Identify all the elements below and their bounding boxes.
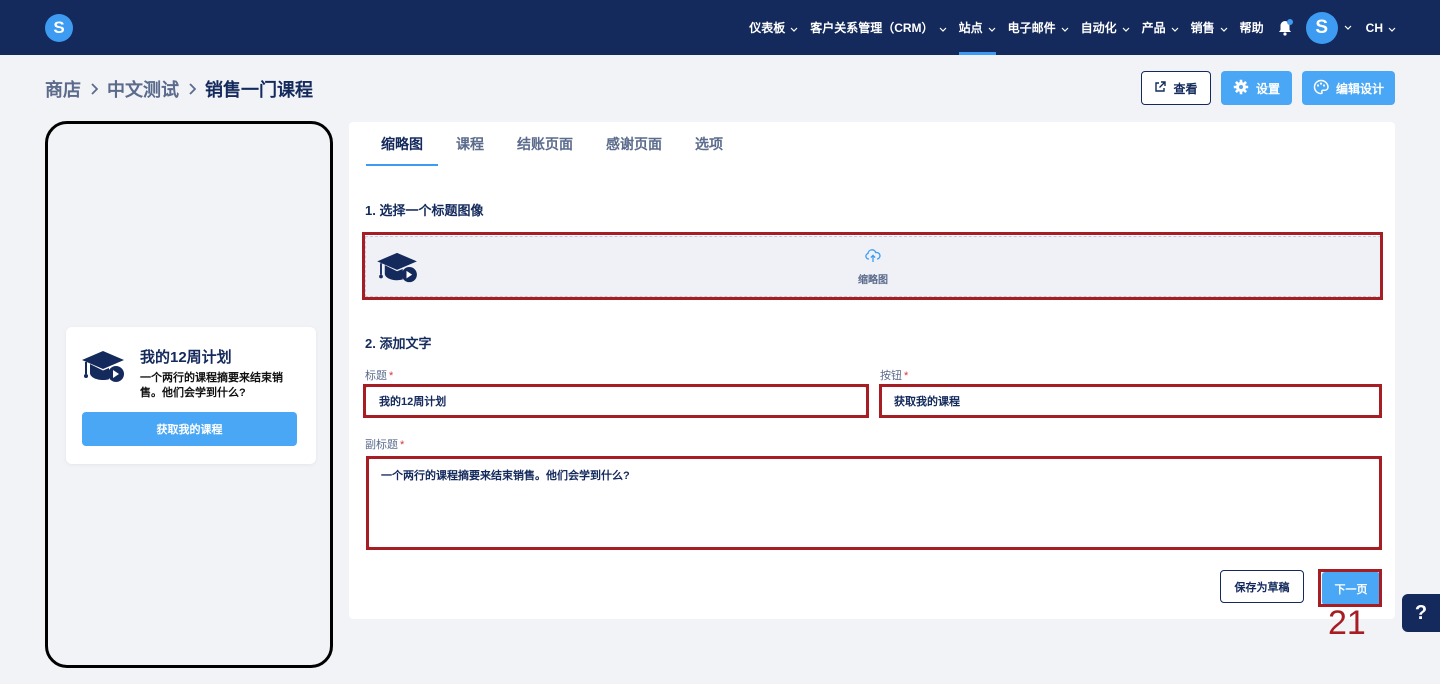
button-text-input[interactable]: 获取我的课程 <box>880 386 1381 416</box>
tab-thumbnail[interactable]: 缩略图 <box>366 122 438 166</box>
required-mark: * <box>904 370 909 382</box>
nav-item-help[interactable]: 帮助 <box>1240 0 1264 55</box>
required-mark: * <box>400 439 405 451</box>
nav-item-sales[interactable]: 销售 <box>1191 0 1228 55</box>
preview-card: 我的12周计划 一个两行的课程摘要来结束销售。他们会学到什么? 获取我的课程 <box>66 327 316 464</box>
button-field-label: 按钮 * <box>880 367 908 383</box>
title-input[interactable]: 我的12周计划 <box>365 386 867 416</box>
chevron-down-icon <box>1220 21 1228 35</box>
nav-item-label: 销售 <box>1190 21 1215 35</box>
page-actions: 查看 设置 编辑设计 <box>1131 71 1395 105</box>
breadcrumb: 商店 中文测试 销售一门课程 <box>45 76 313 102</box>
chevron-down-icon <box>939 21 947 35</box>
tab-thank-you-page[interactable]: 感谢页面 <box>591 122 677 166</box>
chevron-down-icon <box>790 21 798 35</box>
nav-item-dashboard[interactable]: 仪表板 <box>749 0 798 55</box>
breadcrumb-item-site[interactable]: 中文测试 <box>107 76 179 102</box>
edit-design-button[interactable]: 编辑设计 <box>1302 71 1395 105</box>
mobile-preview: 我的12周计划 一个两行的课程摘要来结束销售。他们会学到什么? 获取我的课程 <box>45 121 333 668</box>
preview-subtitle: 一个两行的课程摘要来结束销售。他们会学到什么? <box>140 372 283 399</box>
breadcrumb-item-store[interactable]: 商店 <box>45 76 81 102</box>
title-field-label: 标题 * <box>365 367 393 383</box>
settings-button[interactable]: 设置 <box>1221 71 1292 105</box>
nav-item-label: 自动化 <box>1080 21 1117 35</box>
tab-bar: 缩略图 课程 结账页面 感谢页面 选项 <box>366 122 741 166</box>
app-logo[interactable]: S <box>45 14 73 42</box>
preview-cta-button[interactable]: 获取我的课程 <box>82 412 297 446</box>
required-mark: * <box>389 370 394 382</box>
nav-item-label: 仪表板 <box>749 21 786 35</box>
nav-item-email[interactable]: 电子邮件 <box>1008 0 1069 55</box>
nav-item-products[interactable]: 产品 <box>1142 0 1179 55</box>
next-page-button[interactable]: 下一页 <box>1322 572 1380 605</box>
subtitle-textarea[interactable]: 一个两行的课程摘要来结束销售。他们会学到什么? <box>368 458 1380 548</box>
title-label-text: 标题 <box>365 370 387 382</box>
section-title-image: 1. 选择一个标题图像 <box>365 203 484 218</box>
view-button[interactable]: 查看 <box>1141 71 1211 105</box>
settings-button-label: 设置 <box>1255 81 1280 96</box>
gear-icon <box>1233 79 1249 98</box>
chevron-down-icon <box>988 21 996 35</box>
nav-item-automation[interactable]: 自动化 <box>1081 0 1130 55</box>
chevron-right-icon <box>188 83 196 95</box>
upload-center: 缩略图 <box>366 249 1380 286</box>
breadcrumb-item-current: 销售一门课程 <box>205 80 313 100</box>
notification-bell-icon[interactable] <box>1278 18 1293 36</box>
chevron-down-icon <box>1171 21 1179 35</box>
chevron-down-icon[interactable] <box>1344 25 1352 30</box>
top-nav: S 仪表板 客户关系管理（CRM） 站点 电子邮件 自动化 产品 销售 帮助 S… <box>0 0 1440 55</box>
thumbnail-upload[interactable]: 缩略图 <box>365 236 1381 297</box>
tab-checkout-page[interactable]: 结账页面 <box>502 122 588 166</box>
tab-course[interactable]: 课程 <box>441 122 499 166</box>
external-link-icon <box>1154 80 1167 96</box>
save-draft-button[interactable]: 保存为草稿 <box>1220 570 1304 603</box>
preview-title: 我的12周计划 <box>140 349 232 366</box>
language-label: CH <box>1365 20 1383 35</box>
graduation-cap-icon <box>81 349 127 390</box>
palette-icon <box>1313 79 1329 98</box>
help-button[interactable]: ? <box>1402 594 1440 632</box>
editor-panel: 缩略图 课程 结账页面 感谢页面 选项 1. 选择一个标题图像 缩略图 2. 添… <box>349 122 1395 619</box>
nav-item-crm[interactable]: 客户关系管理（CRM） <box>810 0 946 55</box>
chevron-down-icon <box>1061 21 1069 35</box>
cloud-upload-icon <box>865 249 881 268</box>
step-number: 21 <box>1328 604 1366 642</box>
nav-menu: 仪表板 客户关系管理（CRM） 站点 电子邮件 自动化 产品 销售 帮助 S C… <box>737 0 1440 55</box>
chevron-down-icon <box>1122 21 1130 35</box>
subtitle-label-text: 副标题 <box>365 439 398 451</box>
nav-item-label: 帮助 <box>1239 21 1264 35</box>
upload-label: 缩略图 <box>858 275 888 286</box>
nav-item-label: 产品 <box>1141 21 1166 35</box>
language-selector[interactable]: CH <box>1366 21 1396 35</box>
nav-item-sites[interactable]: 站点 <box>958 0 996 55</box>
button-label-text: 按钮 <box>880 370 902 382</box>
nav-item-label: 电子邮件 <box>1007 21 1056 35</box>
edit-design-button-label: 编辑设计 <box>1335 81 1384 96</box>
nav-item-label: 客户关系管理（CRM） <box>810 21 934 35</box>
view-button-label: 查看 <box>1173 81 1198 96</box>
chevron-right-icon <box>90 83 98 95</box>
subtitle-field-label: 副标题 * <box>365 436 404 452</box>
section-title-text: 2. 添加文字 <box>365 336 432 351</box>
chevron-down-icon <box>1388 21 1396 35</box>
avatar[interactable]: S <box>1305 11 1338 44</box>
nav-item-label: 站点 <box>958 21 983 35</box>
tab-options[interactable]: 选项 <box>680 122 738 166</box>
notification-dot <box>1286 18 1293 25</box>
